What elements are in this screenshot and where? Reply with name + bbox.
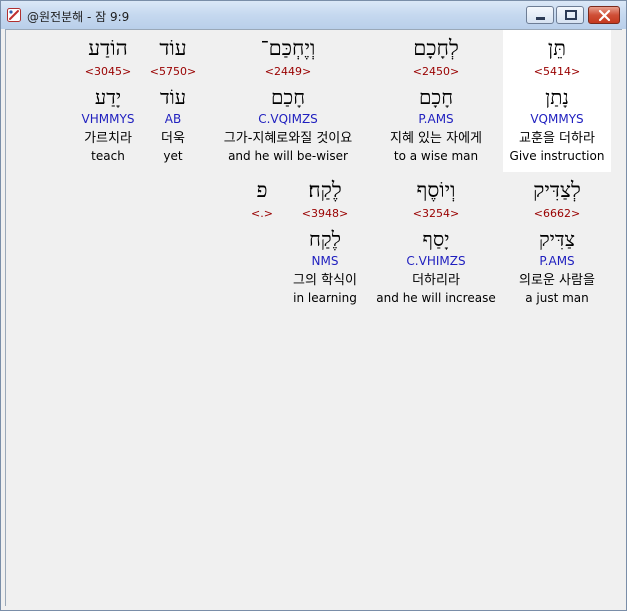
- app-window: @원전분해 - 잠 9:9 תֵּן <5414> נָתַן VQMMYS 교…: [0, 0, 627, 611]
- maximize-button[interactable]: [556, 6, 584, 24]
- word-card[interactable]: עוֹד <5750> עוֹד AB 더욱 yet: [147, 30, 199, 172]
- hebrew-word: תֵּן: [547, 36, 567, 60]
- word-card[interactable]: וְיוֹסֶף <3254> יָסַף C.VHIMZS 더하리라 and …: [373, 172, 499, 314]
- strong-number[interactable]: <.>: [247, 207, 277, 221]
- maximize-icon: [565, 10, 577, 20]
- hebrew-word: עוֹד: [159, 36, 187, 60]
- korean-gloss: 의로운 사람을: [519, 273, 595, 288]
- word-card[interactable]: וְיֶחְכַּם־ <2449> חָכַם C.VQIMZS 그가-지혜로…: [206, 30, 370, 172]
- english-gloss: yet: [163, 149, 183, 163]
- korean-gloss: 그의 학식이: [293, 273, 357, 288]
- close-icon: [598, 9, 611, 22]
- parsing-code: C.VQIMZS: [258, 112, 318, 126]
- strong-number[interactable]: <3254>: [373, 207, 499, 221]
- strong-number[interactable]: <3045>: [73, 65, 143, 79]
- word-card[interactable]: הוֹדַע <3045> יָדַע VHMMYS 가르치라 teach: [73, 30, 143, 172]
- lemma: יָדַע: [94, 85, 122, 109]
- parsing-code: AB: [164, 112, 182, 126]
- word-card[interactable]: לֶקַח׃ <3948> לֶקַח NMS 그의 학식이 in learni…: [281, 172, 369, 314]
- parsing-code: P.AMS: [539, 254, 575, 268]
- hebrew-word: הוֹדַע: [88, 36, 128, 60]
- parsing-code: NMS: [311, 254, 339, 268]
- english-gloss: in learning: [293, 291, 357, 305]
- korean-gloss: 그가-지혜로와질 것이요: [223, 131, 353, 146]
- analysis-panel: תֵּן <5414> נָתַן VQMMYS 교훈을 더하라 Give in…: [5, 29, 622, 606]
- lemma: נָתַן: [545, 85, 569, 109]
- close-button[interactable]: [588, 6, 620, 24]
- hebrew-word: לֶקַח׃: [308, 178, 342, 202]
- parsing-code: VQMMYS: [530, 112, 584, 126]
- hebrew-word: וְיוֹסֶף: [416, 178, 456, 202]
- hebrew-word: פ: [256, 178, 268, 202]
- korean-gloss: 지혜 있는 자에게: [390, 131, 482, 146]
- strong-number[interactable]: <5414>: [503, 65, 611, 79]
- lemma: צַדִּיק: [538, 227, 576, 251]
- strong-number[interactable]: <2449>: [206, 65, 370, 79]
- korean-gloss: 교훈을 더하라: [519, 131, 595, 146]
- word-card[interactable]: פ <.>: [247, 172, 277, 232]
- window-title: @원전분해 - 잠 9:9: [27, 10, 130, 24]
- lemma: חָכַם: [270, 85, 306, 109]
- parsing-code: C.VHIMZS: [406, 254, 466, 268]
- english-gloss: and he will be-wiser: [228, 149, 348, 163]
- english-gloss: Give instruction: [509, 149, 605, 163]
- english-gloss: and he will increase: [376, 291, 496, 305]
- lemma: חָכָם: [418, 85, 454, 109]
- minimize-icon: [536, 17, 545, 20]
- minimize-button[interactable]: [526, 6, 554, 24]
- parsing-code: VHMMYS: [81, 112, 135, 126]
- parsing-code: P.AMS: [418, 112, 454, 126]
- lemma: יָסַף: [422, 227, 450, 251]
- word-card[interactable]: לְחָכָם <2450> חָכָם P.AMS 지혜 있는 자에게 to …: [373, 30, 499, 172]
- word-card[interactable]: תֵּן <5414> נָתַן VQMMYS 교훈을 더하라 Give in…: [503, 30, 611, 172]
- english-gloss: a just man: [525, 291, 589, 305]
- title-bar[interactable]: @원전분해 - 잠 9:9: [1, 1, 626, 29]
- english-gloss: to a wise man: [393, 149, 479, 163]
- korean-gloss: 더욱: [161, 131, 185, 146]
- korean-gloss: 더하리라: [412, 273, 460, 288]
- hebrew-word: לְחָכָם: [413, 36, 459, 60]
- scroll-app-icon[interactable]: [6, 7, 22, 23]
- lemma: לֶקַח: [309, 227, 341, 251]
- hebrew-word: וְיֶחְכַּם־: [260, 36, 316, 60]
- korean-gloss: 가르치라: [84, 131, 132, 146]
- word-card[interactable]: לְצַדִּיק <6662> צַדִּיק P.AMS 의로운 사람을 a…: [503, 172, 611, 314]
- strong-number[interactable]: <6662>: [503, 207, 611, 221]
- strong-number[interactable]: <5750>: [147, 65, 199, 79]
- hebrew-word: לְצַדִּיק: [533, 178, 581, 202]
- strong-number[interactable]: <2450>: [373, 65, 499, 79]
- strong-number[interactable]: <3948>: [281, 207, 369, 221]
- lemma: עוֹד: [159, 85, 187, 109]
- english-gloss: teach: [91, 149, 125, 163]
